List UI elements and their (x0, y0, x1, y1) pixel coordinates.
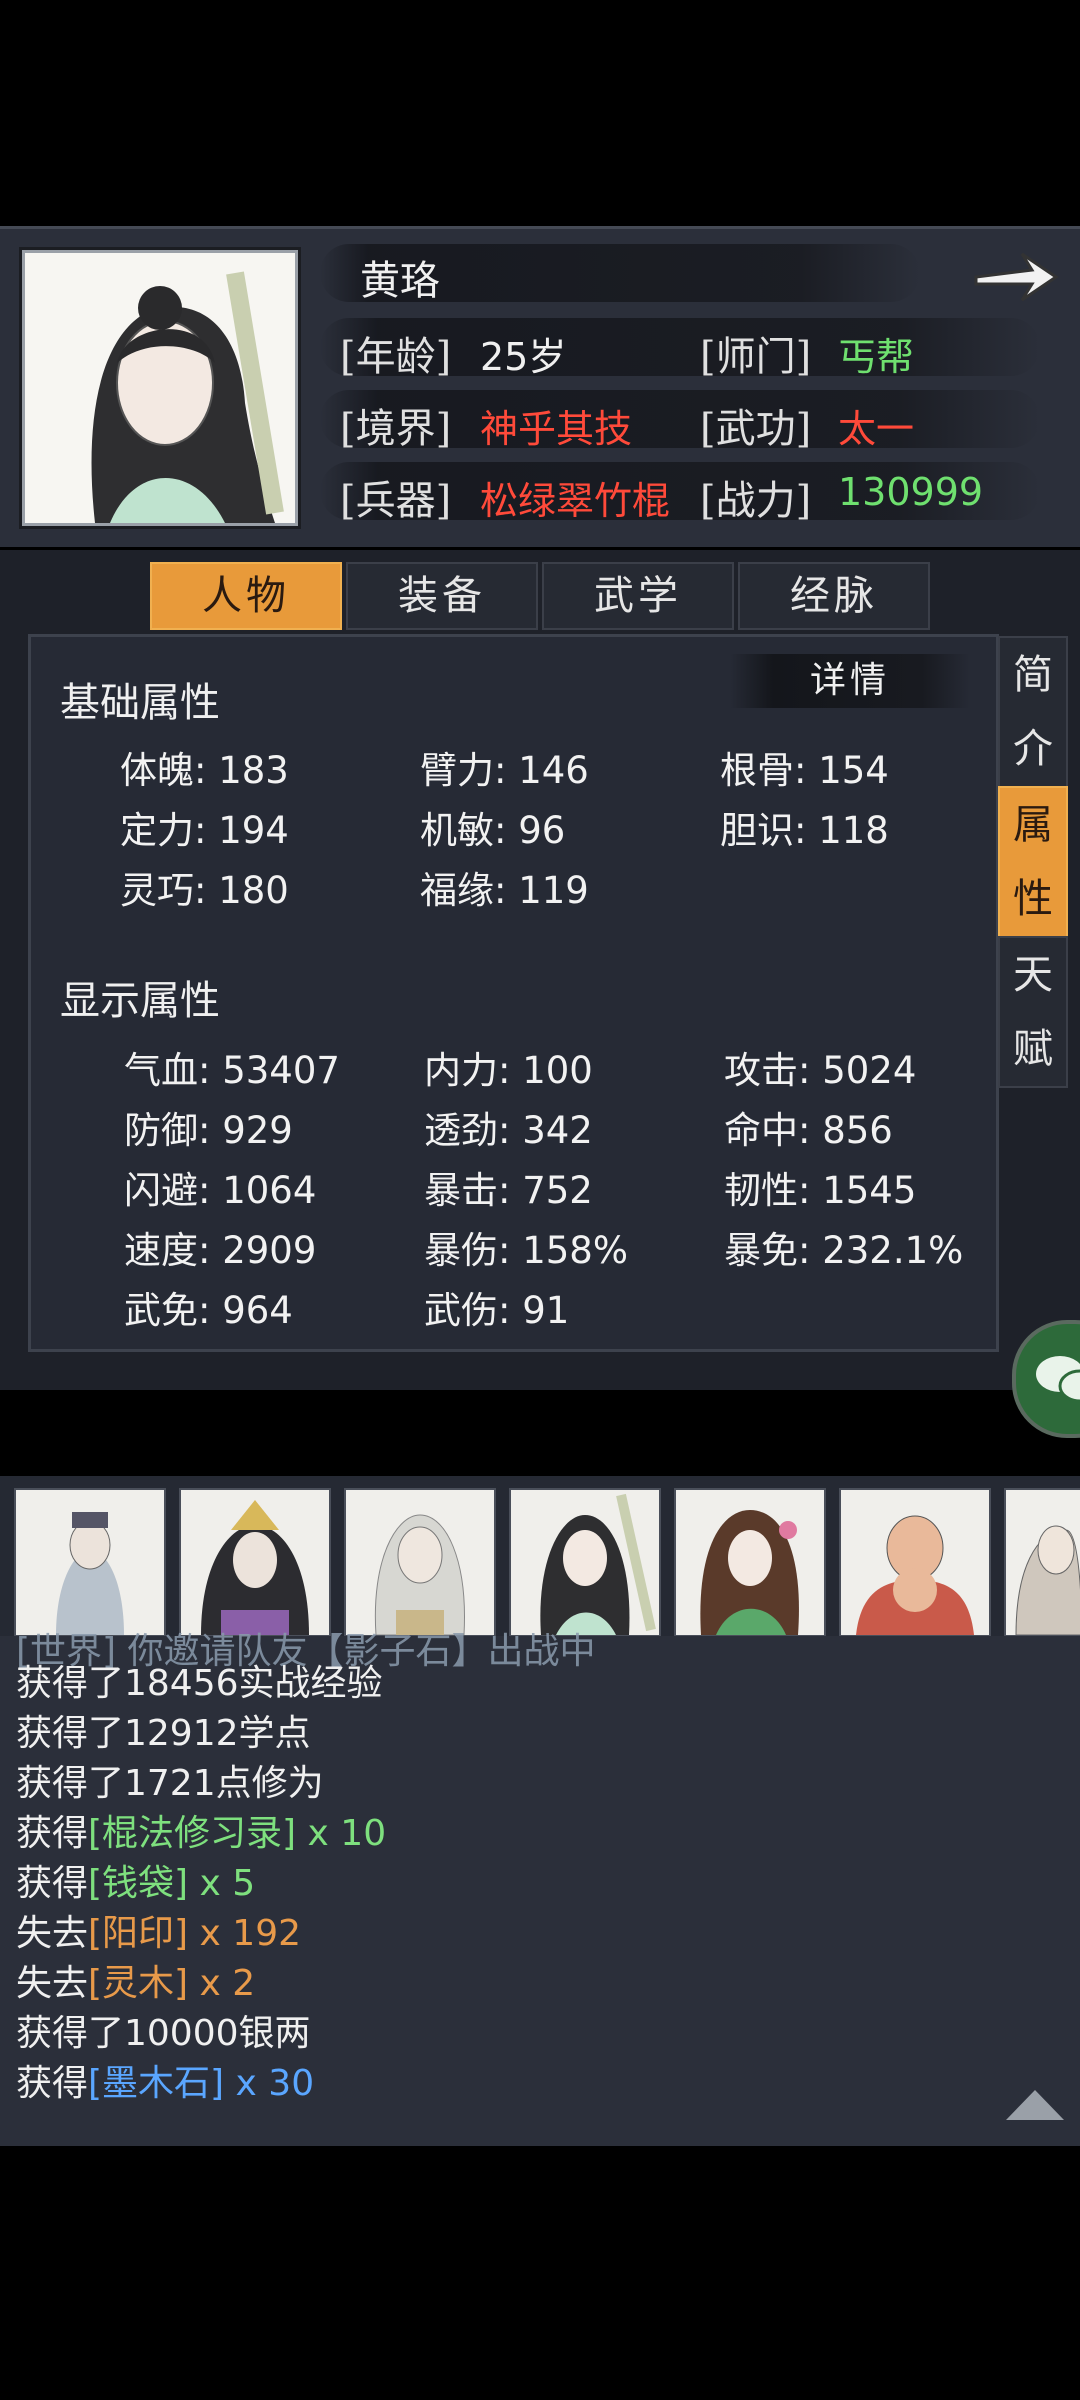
stat-toughness: 韧性: 1545 (724, 1169, 917, 1212)
stat-penetration: 透劲: 342 (424, 1109, 593, 1152)
stat-focus: 定力: 194 (120, 809, 289, 852)
hero-portrait-6[interactable] (839, 1488, 991, 1637)
side-tab-intro[interactable]: 简介 (998, 636, 1068, 788)
log-verb: 获得 (16, 1863, 89, 1904)
side-tab-attributes-label[interactable]: 属性 (1000, 788, 1066, 936)
log-line: 获得[墨木石] x 30 (16, 2054, 314, 2106)
log-verb: 获得 (16, 1813, 89, 1854)
item-name[interactable]: [阳印] (88, 1913, 188, 1954)
log-line: 失去[灵木] x 2 (16, 1954, 255, 2006)
stat-agility: 机敏: 96 (420, 809, 566, 852)
stat-defense: 防御: 929 (124, 1109, 293, 1152)
hero-portrait-4[interactable] (509, 1488, 661, 1637)
log-line: 获得了10000银两 (16, 2013, 311, 2054)
detail-label[interactable]: 详情 (730, 654, 970, 708)
log-verb: 获得 (16, 2063, 89, 2104)
item-count: x 10 (296, 1813, 387, 1854)
age-value: 25岁 (480, 335, 567, 379)
skill-value: 太一 (838, 407, 915, 451)
log-line: 失去[阳印] x 192 (16, 1904, 301, 1956)
item-count: x 2 (188, 1963, 256, 2004)
stat-hp: 气血: 53407 (124, 1049, 340, 1092)
item-count: x 192 (188, 1913, 302, 1954)
stat-constitution: 根骨: 154 (720, 749, 889, 792)
realm-value: 神乎其技 (480, 407, 633, 451)
side-tab-attributes[interactable]: 属性 (998, 786, 1068, 938)
tab-meridian[interactable]: 经脉 (738, 562, 930, 630)
stat-inner-power: 内力: 100 (424, 1049, 593, 1092)
item-name[interactable]: [墨木石] (88, 2063, 224, 2104)
tab-character[interactable]: 人物 (150, 562, 342, 630)
stat-speed: 速度: 2909 (124, 1229, 317, 1272)
sect-value: 丐帮 (838, 335, 915, 379)
skill-label: [武功] (700, 406, 812, 452)
tab-equipment[interactable]: 装备 (346, 562, 538, 630)
stat-luck: 福缘: 119 (420, 869, 589, 912)
item-count: x 30 (224, 2063, 315, 2104)
stat-martial-resist: 武免: 964 (124, 1289, 293, 1332)
stat-attack: 攻击: 5024 (724, 1049, 917, 1092)
sect-label: [师门] (700, 334, 812, 380)
next-arrow-icon[interactable] (970, 244, 1060, 310)
item-name[interactable]: [灵木] (88, 1963, 188, 2004)
side-tab-talent-label[interactable]: 天赋 (1000, 938, 1066, 1086)
log-line: 获得[棍法修习录] x 10 (16, 1804, 386, 1856)
weapon-label: [兵器] (340, 478, 452, 524)
hero-portrait-7[interactable] (1004, 1488, 1080, 1637)
hero-portrait-3[interactable] (344, 1488, 496, 1637)
log-verb: 失去 (16, 1963, 89, 2004)
stat-accuracy: 命中: 856 (724, 1109, 893, 1152)
stat-courage: 胆识: 118 (720, 809, 889, 852)
hero-portrait-1[interactable] (14, 1488, 166, 1637)
basic-attributes-title: 基础属性 (60, 680, 220, 726)
age-label: [年龄] (340, 334, 452, 380)
log-line: 获得[钱袋] x 5 (16, 1854, 255, 1906)
stat-crit-resist: 暴免: 232.1% (724, 1229, 964, 1272)
power-value: 130999 (838, 470, 984, 514)
display-attributes-title: 显示属性 (60, 978, 220, 1024)
stat-physique: 体魄: 183 (120, 749, 289, 792)
scroll-up-icon[interactable] (1004, 2086, 1066, 2122)
item-count: x 5 (188, 1863, 256, 1904)
power-label: [战力] (700, 478, 812, 524)
log-line: 获得了12912学点 (16, 1713, 311, 1754)
weapon-value: 松绿翠竹棍 (480, 479, 671, 523)
stat-strength: 臂力: 146 (420, 749, 589, 792)
stat-crit-damage: 暴伤: 158% (424, 1229, 629, 1272)
detail-button[interactable]: 详情 (730, 654, 970, 708)
stat-dexterity: 灵巧: 180 (120, 869, 289, 912)
log-line: 获得了1721点修为 (16, 1763, 324, 1804)
stat-crit: 暴击: 752 (424, 1169, 593, 1212)
character-portrait (22, 250, 298, 526)
item-name[interactable]: [钱袋] (88, 1863, 188, 1904)
character-name: 黄珞 (360, 258, 440, 304)
stat-martial-damage: 武伤: 91 (424, 1289, 570, 1332)
realm-label: [境界] (340, 406, 452, 452)
side-tab-talent[interactable]: 天赋 (998, 936, 1068, 1088)
tab-martial[interactable]: 武学 (542, 562, 734, 630)
side-tab-intro-label[interactable]: 简介 (1000, 638, 1066, 786)
hero-portrait-5[interactable] (674, 1488, 826, 1637)
log-line: 获得了18456实战经验 (16, 1663, 383, 1704)
stat-dodge: 闪避: 1064 (124, 1169, 317, 1212)
hero-portrait-2[interactable] (179, 1488, 331, 1637)
log-verb: 失去 (16, 1913, 89, 1954)
item-name[interactable]: [棍法修习录] (88, 1813, 296, 1854)
